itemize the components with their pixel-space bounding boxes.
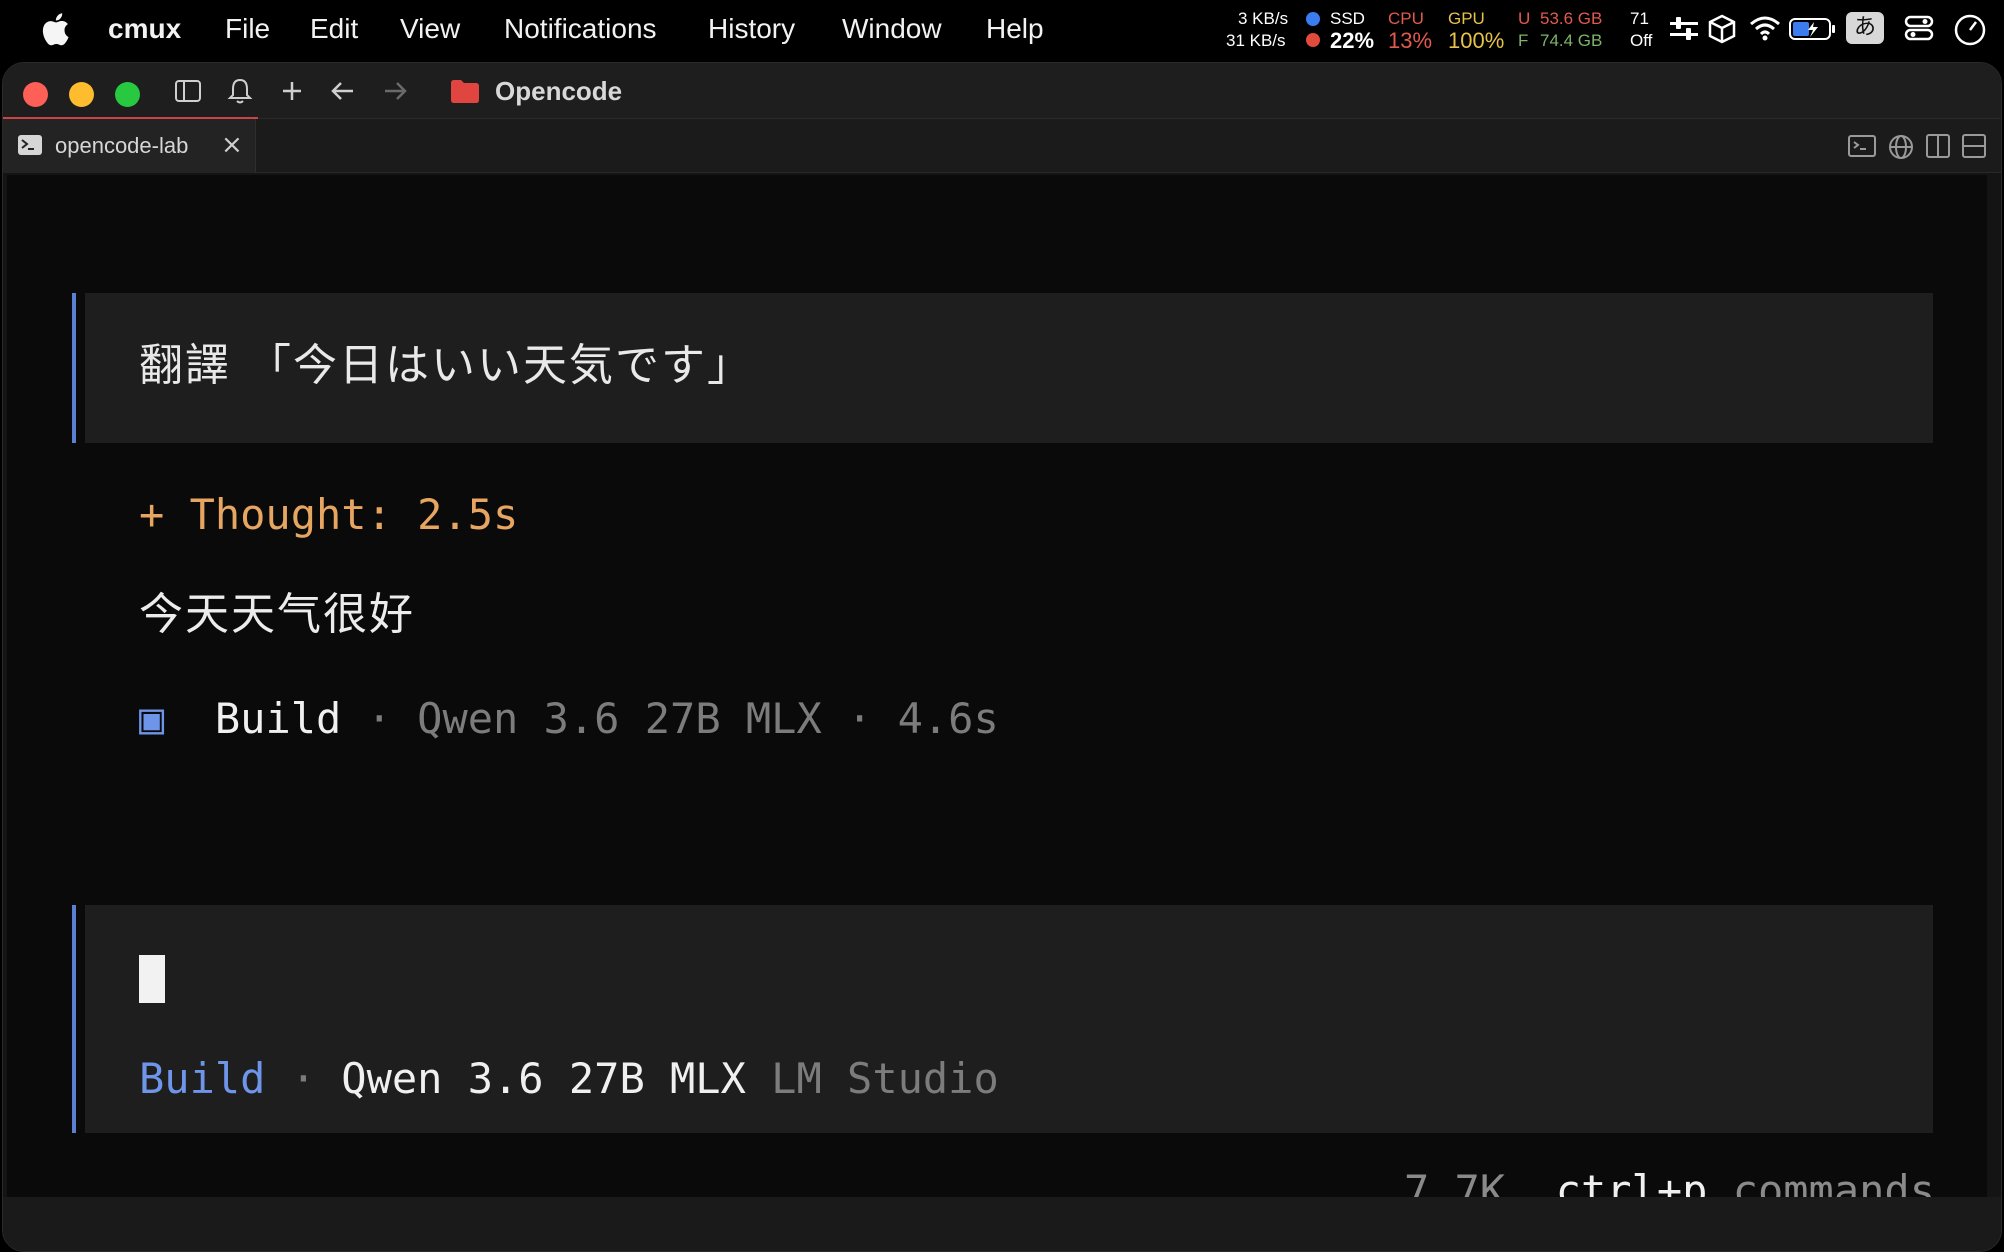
tab-opencode-lab[interactable]: opencode-lab × [3, 119, 256, 173]
menu-edit[interactable]: Edit [310, 10, 358, 48]
close-window-button[interactable] [23, 82, 48, 107]
apple-logo-icon[interactable] [40, 12, 70, 46]
menu-bar: cmux File Edit View Notifications Histor… [0, 0, 2004, 58]
cpu-label: CPU [1388, 9, 1424, 28]
net-upload-rate: 3 KB/s [1238, 9, 1289, 28]
split-vertical-icon[interactable] [1925, 133, 1951, 159]
cube-icon[interactable] [1708, 14, 1736, 44]
mem-free-value: 74.4 GB [1540, 31, 1603, 50]
battery-icon[interactable] [1788, 14, 1838, 44]
cpu-value: 13% [1388, 28, 1433, 53]
gpu-value: 100% [1448, 28, 1505, 53]
status-model: Qwen 3.6 27B MLX [417, 694, 822, 743]
new-tab-plus-icon[interactable] [279, 77, 305, 105]
input-separator: · [265, 1054, 342, 1103]
status-mode: Build [214, 694, 342, 743]
input-mode-line: Build · Qwen 3.6 27B MLX LM Studio [139, 1051, 999, 1107]
status-separator-2: · [821, 694, 898, 743]
user-message-accent-bar [72, 293, 76, 443]
input-model[interactable]: Qwen 3.6 27B MLX [341, 1054, 746, 1103]
menu-view[interactable]: View [400, 10, 460, 48]
input-method-indicator[interactable]: あ [1846, 12, 1884, 44]
net-download-rate: 31 KB/s [1226, 31, 1286, 50]
ssd-write-dot-icon [1306, 33, 1320, 47]
tab-close-icon[interactable]: × [221, 131, 243, 159]
sidebar-toggle-icon[interactable] [173, 77, 203, 105]
menu-help[interactable]: Help [986, 10, 1044, 48]
ssd-label: SSD [1330, 9, 1365, 28]
forward-arrow-icon[interactable] [381, 77, 409, 105]
menu-notifications[interactable]: Notifications [504, 10, 657, 48]
sliders-icon[interactable] [1668, 14, 1700, 44]
zoom-window-button[interactable] [115, 82, 140, 107]
menu-window[interactable]: Window [842, 10, 942, 48]
assistant-response-text: 今天天气很好 [139, 589, 415, 640]
tab-label: opencode-lab [55, 133, 189, 158]
input-method-label: あ [1853, 15, 1876, 40]
window-title: Opencode [495, 76, 623, 106]
ssd-value: 22% [1330, 28, 1375, 53]
title-bar: Opencode [3, 63, 2001, 120]
gpu-label: GPU [1448, 9, 1485, 28]
folder-icon [451, 80, 479, 103]
battery-status-bottom: Off [1630, 31, 1653, 50]
terminal-pane[interactable]: 翻譯 「今日はいい天気です」 + Thought: 2.5s 今天天气很好 ▣ … [7, 175, 1987, 1215]
ssd-read-dot-icon [1306, 12, 1320, 26]
wifi-icon[interactable] [1748, 14, 1782, 42]
response-status-line: ▣ Build · Qwen 3.6 27B MLX · 4.6s [139, 691, 999, 747]
status-duration: 4.6s [897, 694, 999, 743]
status-separator: · [341, 694, 418, 743]
clock-icon[interactable] [1952, 14, 1988, 46]
back-arrow-icon[interactable] [329, 77, 357, 105]
terminal-icon [18, 135, 42, 155]
input-provider: LM Studio [771, 1054, 999, 1103]
split-horizontal-icon[interactable] [1961, 133, 1987, 159]
input-mode[interactable]: Build [139, 1054, 265, 1103]
minimize-window-button[interactable] [69, 82, 94, 107]
mem-used-label: U [1518, 9, 1531, 28]
mem-free-label: F [1518, 31, 1529, 50]
app-window: Opencode opencode-lab × 翻譯 「今日はいい天気です」 +… [2, 62, 2002, 1252]
user-prompt-text: 翻譯 「今日はいい天気です」 [139, 340, 753, 391]
text-cursor[interactable] [139, 955, 165, 1003]
menu-history[interactable]: History [708, 10, 795, 48]
globe-icon[interactable] [1887, 133, 1915, 161]
prompt-input-accent-bar [72, 905, 76, 1133]
thought-toggle[interactable]: + Thought: 2.5s [139, 487, 518, 543]
new-terminal-icon[interactable] [1847, 133, 1877, 159]
mem-used-value: 53.6 GB [1540, 9, 1603, 28]
build-square-icon: ▣ [139, 694, 165, 743]
window-bottom-strip [3, 1197, 2001, 1251]
battery-status-top: 71 [1630, 9, 1649, 28]
menu-file[interactable]: File [225, 10, 270, 48]
bell-icon[interactable] [227, 77, 253, 105]
control-center-icon[interactable] [1904, 14, 1934, 42]
tab-bar: opencode-lab × [3, 119, 2001, 173]
menu-app-name[interactable]: cmux [108, 10, 181, 48]
